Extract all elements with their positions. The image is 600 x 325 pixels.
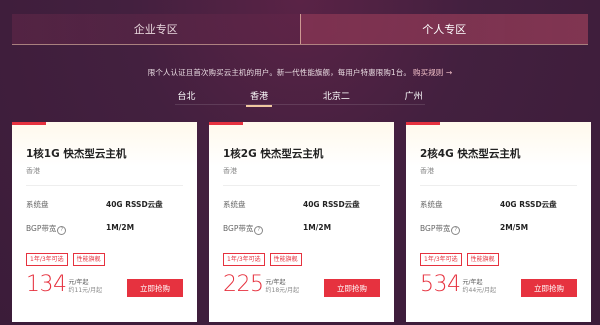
product-card-3: 2核4G 快杰型云主机 香港 系统盘 40G RSSD云盘 BGP带宽? 2M/… [406,122,591,322]
product-title: 2核4G 快杰型云主机 [420,148,521,160]
region-taipei[interactable]: 台北 [167,89,205,102]
price-value: 225 [223,272,264,297]
bandwidth-value: 2M/5M [500,223,529,232]
card-divider [420,185,577,186]
tab-personal[interactable]: 个人专区 [299,14,588,44]
disk-label: 系统盘 [223,200,246,209]
question-circle-icon[interactable]: ? [57,226,67,235]
bandwidth-value: 1M/2M [303,223,332,232]
price-value: 134 [26,272,67,297]
tag-term: 1年/3年可选 [26,253,68,266]
region-divider [175,104,425,105]
buy-now-button[interactable]: 立即抢购 [324,279,380,297]
price-value: 534 [420,272,461,297]
bandwidth-label-wrap: BGP带宽? [223,223,264,235]
bandwidth-label: BGP带宽 [26,224,57,233]
price-unit-wrap: 元/年起 约11元/月起 [69,279,103,295]
bandwidth-label-wrap: BGP带宽? [26,223,67,235]
card-accent-bar [209,122,243,125]
question-circle-icon[interactable]: ? [451,226,461,235]
price-block: 225 元/年起 约18元/月起 [223,274,299,296]
card-accent-bar [406,122,440,125]
tag-performance: 性能旗舰 [72,253,105,266]
tag-performance: 性能旗舰 [269,253,302,266]
product-location: 香港 [420,167,434,175]
zone-tabs: 企业专区 个人专区 [12,14,588,45]
product-tags: 1年/3年可选 性能旗舰 [223,253,302,266]
question-circle-icon[interactable]: ? [254,226,264,235]
disk-value: 40G RSSD云盘 [106,200,163,209]
price-unit-wrap: 元/年起 约18元/月起 [266,279,300,295]
product-title: 1核1G 快杰型云主机 [26,148,127,160]
price-monthly: 约44元/月起 [462,287,497,294]
product-card-1: 1核1G 快杰型云主机 香港 系统盘 40G RSSD云盘 BGP带宽? 1M/… [12,122,197,322]
tag-term: 1年/3年可选 [420,253,462,266]
bandwidth-label: BGP带宽 [420,224,451,233]
product-card-2: 1核2G 快杰型云主机 香港 系统盘 40G RSSD云盘 BGP带宽? 1M/… [209,122,394,322]
product-tags: 1年/3年可选 性能旗舰 [420,253,499,266]
buy-now-button[interactable]: 立即抢购 [521,279,577,297]
price-unit-wrap: 元/年起 约44元/月起 [463,279,497,295]
product-title: 1核2G 快杰型云主机 [223,148,324,160]
card-divider [26,185,183,186]
bandwidth-value: 1M/2M [106,223,135,232]
region-hongkong[interactable]: 香港 [240,89,278,107]
disk-value: 40G RSSD云盘 [303,200,360,209]
price-unit: 元/年起 [68,279,89,286]
disk-value: 40G RSSD云盘 [500,200,557,209]
purchase-rules-link[interactable]: 购买规则 → [413,68,452,77]
tab-enterprise[interactable]: 企业专区 [12,14,300,44]
price-block: 534 元/年起 约44元/月起 [420,274,496,296]
price-monthly: 约18元/月起 [265,287,300,294]
region-beijing2[interactable]: 北京二 [313,89,360,102]
card-accent-bar [12,122,46,125]
product-tags: 1年/3年可选 性能旗舰 [26,253,105,266]
price-unit: 元/年起 [265,279,286,286]
price-block: 134 元/年起 约11元/月起 [26,274,102,296]
tag-performance: 性能旗舰 [466,253,499,266]
bandwidth-label: BGP带宽 [223,224,254,233]
product-location: 香港 [223,167,237,175]
notice-text: 限个人认证且首次购买云主机的用户。新一代性能旗舰，每用户特惠限购1台。 [147,68,411,77]
region-tabs: 台北 香港 北京二 广州 [150,86,450,107]
purchase-notice: 限个人认证且首次购买云主机的用户。新一代性能旗舰，每用户特惠限购1台。 购买规则 … [0,67,600,78]
price-unit: 元/年起 [462,279,483,286]
region-guangzhou[interactable]: 广州 [395,89,433,102]
product-location: 香港 [26,167,40,175]
bandwidth-label-wrap: BGP带宽? [420,223,461,235]
card-divider [223,185,380,186]
disk-label: 系统盘 [26,200,49,209]
tag-term: 1年/3年可选 [223,253,265,266]
buy-now-button[interactable]: 立即抢购 [127,279,183,297]
disk-label: 系统盘 [420,200,443,209]
price-monthly: 约11元/月起 [68,287,103,294]
